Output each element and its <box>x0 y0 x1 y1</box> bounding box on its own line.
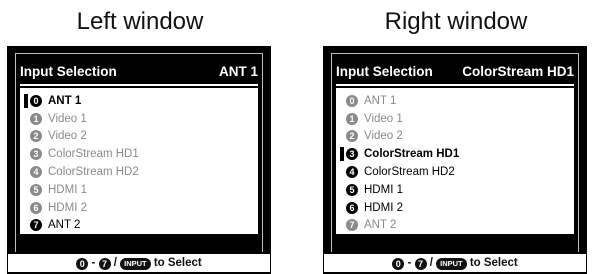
right-input-item-2[interactable]: 2 Video 2 <box>346 128 459 146</box>
input-label: HDMI 2 <box>48 201 87 214</box>
number-7-icon: 7 <box>346 219 358 232</box>
right-input-panel: 0 ANT 1 1 Video 1 2 Video 2 3 ColorStream HD… <box>336 88 574 234</box>
left-window-caption: Left window <box>76 8 204 35</box>
footer-slash: / <box>429 257 433 269</box>
input-label: HDMI 1 <box>364 183 403 196</box>
left-input-item-6[interactable]: 6 HDMI 2 <box>30 199 139 217</box>
number-7-icon: 7 <box>30 219 42 232</box>
footer-action: to Select <box>153 257 202 269</box>
left-input-panel: 0 ANT 1 1 Video 1 2 Video 2 3 ColorStream HD… <box>20 88 258 234</box>
input-label: Video 1 <box>364 112 403 125</box>
input-label: ANT 2 <box>364 219 397 232</box>
number-0-icon: 0 <box>30 94 42 107</box>
number-5-icon: 5 <box>346 183 358 196</box>
input-label: Video 1 <box>48 112 87 125</box>
number-key-icon: 7 <box>98 258 111 270</box>
number-4-icon: 4 <box>346 166 358 179</box>
input-label: HDMI 1 <box>48 183 87 196</box>
input-label: Video 2 <box>364 130 403 143</box>
left-input-item-1[interactable]: 1 Video 1 <box>30 110 139 128</box>
right-input-item-1[interactable]: 1 Video 1 <box>346 110 459 128</box>
input-label: ColorStream HD1 <box>48 148 139 161</box>
right-input-item-7[interactable]: 7 ANT 2 <box>346 217 459 235</box>
footer-action: to Select <box>469 257 518 269</box>
number-key-icon: 0 <box>76 258 89 270</box>
footer-slash: / <box>113 257 117 269</box>
left-input-item-7[interactable]: 7 ANT 2 <box>30 217 139 235</box>
right-input-list: 0 ANT 1 1 Video 1 2 Video 2 3 ColorStream HD… <box>339 92 460 235</box>
left-input-item-2[interactable]: 2 Video 2 <box>30 128 139 146</box>
input-label: Video 2 <box>48 130 87 143</box>
input-key-icon: INPUT <box>120 258 151 270</box>
left-footer-hint: 0 - 7 / INPUT to Select <box>8 252 270 272</box>
input-label: ANT 1 <box>364 94 397 107</box>
footer-dash: - <box>407 257 412 269</box>
input-label: ColorStream HD1 <box>364 148 460 161</box>
right-header: Input Selection ColorStream HD1 <box>336 60 574 82</box>
left-tv-window: Input Selection ANT 1 0 ANT 1 1 Video 1 2V… <box>7 46 271 274</box>
right-header-divider <box>336 84 574 86</box>
left-inner-frame: Input Selection ANT 1 0 ANT 1 1 Video 1 2V… <box>15 53 263 253</box>
input-label: HDMI 2 <box>364 201 403 214</box>
number-key-icon: 0 <box>392 258 405 270</box>
number-3-icon: 3 <box>30 148 42 161</box>
number-6-icon: 6 <box>30 201 42 214</box>
left-input-item-4[interactable]: 4 ColorStream HD2 <box>30 163 139 181</box>
right-current-input: ColorStream HD1 <box>462 63 574 79</box>
right-input-item-5[interactable]: 5 HDMI 1 <box>346 181 459 199</box>
right-input-item-6[interactable]: 6 HDMI 2 <box>346 199 459 217</box>
left-menu-title: Input Selection <box>20 63 117 79</box>
right-input-item-4[interactable]: 4 ColorStream HD2 <box>346 163 459 181</box>
right-menu-title: Input Selection <box>336 63 433 79</box>
input-label: ANT 2 <box>48 219 81 232</box>
number-5-icon: 5 <box>30 183 42 196</box>
left-input-item-0[interactable]: 0 ANT 1 <box>24 92 139 110</box>
input-label: ColorStream HD2 <box>48 166 139 179</box>
input-key-icon: INPUT <box>436 258 467 270</box>
input-label: ColorStream HD2 <box>364 166 455 179</box>
right-tv-window: Input Selection ColorStream HD1 0 ANT 1 1… <box>323 46 587 274</box>
footer-dash: - <box>91 257 96 269</box>
right-input-item-0[interactable]: 0 ANT 1 <box>346 92 459 110</box>
number-key-icon: 7 <box>414 258 427 270</box>
number-6-icon: 6 <box>346 201 358 214</box>
number-2-icon: 2 <box>346 130 358 143</box>
right-footer-hint: 0 - 7 / INPUT to Select <box>324 252 586 272</box>
right-input-item-3[interactable]: 3 ColorStream HD1 <box>339 145 460 163</box>
number-1-icon: 1 <box>346 112 358 125</box>
number-0-icon: 0 <box>346 94 358 107</box>
number-3-icon: 3 <box>346 148 358 161</box>
left-header: Input Selection ANT 1 <box>20 60 258 82</box>
left-current-input: ANT 1 <box>218 63 258 79</box>
input-label: ANT 1 <box>48 94 82 107</box>
right-window-caption: Right window <box>384 8 528 35</box>
number-1-icon: 1 <box>30 112 42 125</box>
left-header-divider <box>20 84 258 86</box>
right-inner-frame: Input Selection ColorStream HD1 0 ANT 1 1… <box>331 53 579 253</box>
number-4-icon: 4 <box>30 166 42 179</box>
left-input-item-3[interactable]: 3 ColorStream HD1 <box>30 145 139 163</box>
left-input-list: 0 ANT 1 1 Video 1 2 Video 2 3 ColorStream HD… <box>24 92 139 235</box>
left-input-item-5[interactable]: 5 HDMI 1 <box>30 181 139 199</box>
number-2-icon: 2 <box>30 130 42 143</box>
